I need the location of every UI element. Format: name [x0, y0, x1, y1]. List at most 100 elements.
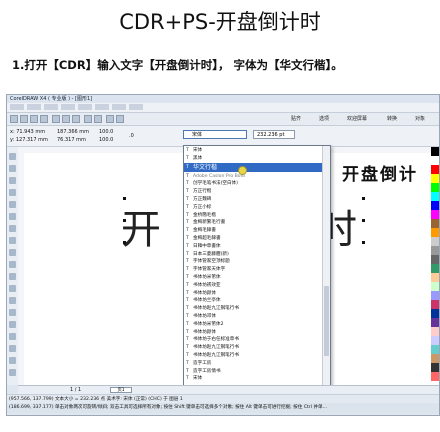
font-list-item[interactable]: T 华文行楷: [184, 162, 322, 172]
selection-handle[interactable]: [362, 219, 365, 222]
font-list-item[interactable]: T 字体管家空顶标题: [184, 258, 322, 266]
scale-y-field[interactable]: 100.0: [99, 137, 113, 143]
font-list-item[interactable]: T 书体坊米芾体: [184, 274, 322, 282]
rectangle-tool-icon[interactable]: [9, 225, 16, 232]
import-icon[interactable]: [106, 115, 114, 123]
color-swatch[interactable]: [431, 336, 439, 345]
font-list-item[interactable]: T 宋体: [184, 375, 322, 383]
table-tool-icon[interactable]: [9, 285, 16, 292]
menu-item[interactable]: [78, 104, 92, 110]
basic-shapes-tool-icon[interactable]: [9, 261, 16, 268]
menu-item[interactable]: [27, 104, 41, 110]
selection-handle[interactable]: [123, 241, 126, 244]
font-list-item[interactable]: T 日本三菱藤體(新): [184, 251, 322, 259]
blend-tool-icon[interactable]: [9, 321, 16, 328]
color-swatch[interactable]: [431, 165, 439, 174]
color-swatch[interactable]: [431, 291, 439, 300]
color-swatch[interactable]: [431, 246, 439, 255]
dimension-tool-icon[interactable]: [9, 297, 16, 304]
font-list-item[interactable]: T 书体坊颜体: [184, 329, 322, 337]
font-list-item[interactable]: T 书体坊禚效亚: [184, 282, 322, 290]
scrollbar-thumb[interactable]: [324, 286, 329, 356]
convert-label[interactable]: 转换: [387, 114, 397, 124]
font-list-item[interactable]: T 金梅毛隸書: [184, 227, 322, 235]
color-swatch[interactable]: [431, 147, 439, 156]
color-swatch[interactable]: [431, 318, 439, 327]
color-swatch[interactable]: [431, 237, 439, 246]
font-list-item[interactable]: T 书体坊赵九江钢笔行书: [184, 305, 322, 313]
color-swatch[interactable]: [431, 264, 439, 273]
open-icon[interactable]: [20, 115, 28, 123]
export-icon[interactable]: [116, 115, 124, 123]
font-list-item[interactable]: T 造字工房: [184, 360, 322, 368]
paste-icon[interactable]: [72, 115, 80, 123]
color-swatch[interactable]: [431, 282, 439, 291]
color-swatch[interactable]: [431, 201, 439, 210]
font-list-item[interactable]: T 方正小标: [184, 204, 322, 212]
connector-tool-icon[interactable]: [9, 309, 16, 316]
polygon-tool-icon[interactable]: [9, 249, 16, 256]
cut-icon[interactable]: [52, 115, 60, 123]
freehand-tool-icon[interactable]: [9, 201, 16, 208]
color-swatch[interactable]: [431, 219, 439, 228]
undo-icon[interactable]: [84, 115, 92, 123]
color-swatch[interactable]: [431, 174, 439, 183]
selection-handle[interactable]: [362, 197, 365, 200]
color-swatch[interactable]: [431, 228, 439, 237]
font-list-item[interactable]: T 书体坊邓体: [184, 313, 322, 321]
pick-tool-icon[interactable]: [9, 153, 16, 160]
font-name-field[interactable]: 宋体: [183, 130, 247, 139]
menu-item[interactable]: [44, 104, 58, 110]
selection-handle[interactable]: [123, 197, 126, 200]
x-coordinate[interactable]: x: 71.943 mm: [10, 129, 45, 135]
text-tool-icon[interactable]: [9, 273, 16, 280]
menu-item[interactable]: [61, 104, 75, 110]
font-size-field[interactable]: 232.236 pt: [253, 130, 295, 139]
canvas-text-start[interactable]: 开: [121, 197, 163, 255]
font-list-item[interactable]: T 宋体: [184, 147, 322, 155]
font-list-item[interactable]: T 书体坊赵九江钢笔行书: [184, 344, 322, 352]
menu-item[interactable]: [129, 104, 143, 110]
font-list-item[interactable]: T 创学毛笔书法(空白体): [184, 180, 322, 188]
fill-tool-icon[interactable]: [9, 357, 16, 364]
color-swatch[interactable]: [431, 354, 439, 363]
scale-x-field[interactable]: 100.0: [99, 129, 113, 135]
color-swatch[interactable]: [431, 345, 439, 354]
outline-tool-icon[interactable]: [9, 345, 16, 352]
color-swatch[interactable]: [431, 363, 439, 372]
color-swatch[interactable]: [431, 309, 439, 318]
font-list-item[interactable]: T Adobe Caslon Pro Bold: [184, 173, 322, 181]
font-list-item[interactable]: T 造字工房情书: [184, 368, 322, 376]
object-label[interactable]: 对象: [415, 114, 425, 124]
font-list-item[interactable]: T 书体坊米芾体2: [184, 321, 322, 329]
options-label[interactable]: 选项: [319, 114, 329, 124]
font-list-item[interactable]: T 黑体: [184, 155, 322, 163]
y-coordinate[interactable]: y: 127.317 mm: [10, 137, 48, 143]
height-field[interactable]: 76.317 mm: [57, 137, 86, 143]
color-swatch[interactable]: [431, 300, 439, 309]
eyedropper-tool-icon[interactable]: [9, 333, 16, 340]
color-swatch[interactable]: [431, 210, 439, 219]
copy-icon[interactable]: [62, 115, 70, 123]
welcome-label[interactable]: 欢迎屏幕: [347, 114, 367, 124]
selection-handle[interactable]: [362, 241, 365, 244]
ellipse-tool-icon[interactable]: [9, 237, 16, 244]
selection-handle[interactable]: [123, 219, 126, 222]
angle-field[interactable]: .0: [129, 133, 134, 139]
menu-item[interactable]: [10, 104, 24, 110]
crop-tool-icon[interactable]: [9, 177, 16, 184]
save-icon[interactable]: [30, 115, 38, 123]
dropdown-scrollbar[interactable]: [322, 146, 330, 392]
font-list-item[interactable]: T 书体坊于右任标准草书: [184, 336, 322, 344]
font-list-item[interactable]: T 书体坊颜体: [184, 290, 322, 298]
color-swatch[interactable]: [431, 255, 439, 264]
menu-item[interactable]: [112, 104, 126, 110]
width-field[interactable]: 187.366 mm: [57, 129, 89, 135]
font-list-item[interactable]: T 书体坊兰亭体: [184, 297, 322, 305]
font-list-item[interactable]: T 方正行楷: [184, 188, 322, 196]
new-icon[interactable]: [10, 115, 18, 123]
menu-item[interactable]: [95, 104, 109, 110]
color-swatch[interactable]: [431, 273, 439, 282]
font-list-item[interactable]: T 日韓中草書体: [184, 243, 322, 251]
interactive-fill-tool-icon[interactable]: [9, 369, 16, 376]
